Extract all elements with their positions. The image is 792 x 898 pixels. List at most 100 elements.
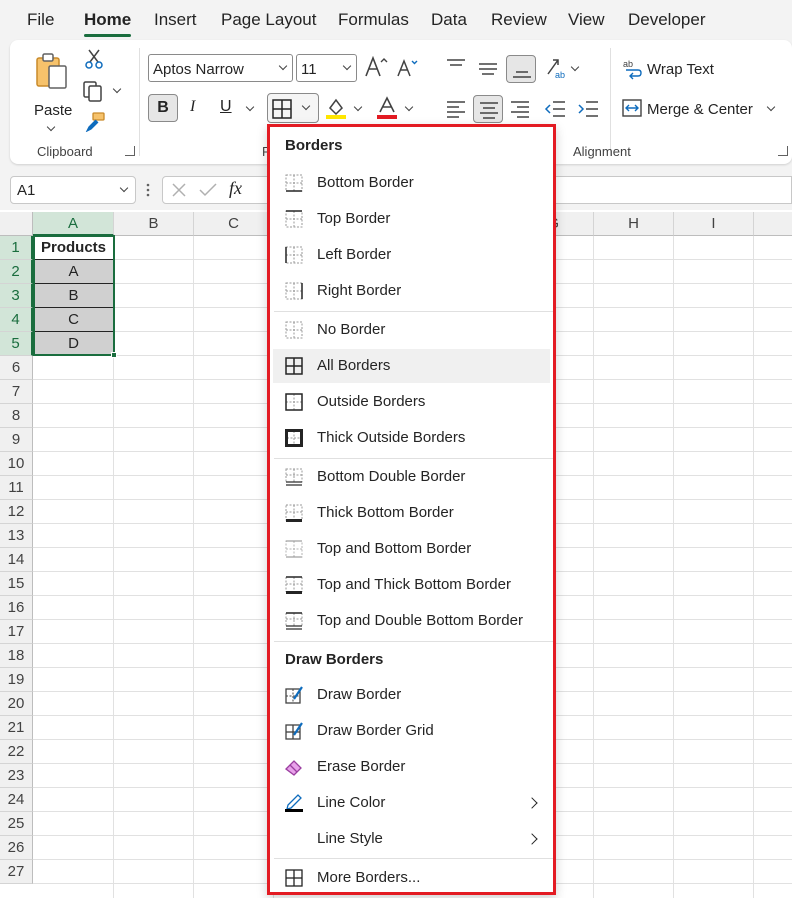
copy-icon[interactable] (82, 80, 106, 102)
select-all-corner[interactable] (0, 212, 33, 236)
tab-formulas[interactable]: Formulas (338, 10, 409, 30)
tab-home[interactable]: Home (84, 10, 131, 30)
copy-chevron-icon[interactable] (112, 84, 122, 94)
row-header[interactable]: 18 (0, 644, 33, 668)
orientation-icon[interactable]: ab (544, 56, 568, 80)
menu-item-bottom-border[interactable]: Bottom Border (273, 166, 550, 200)
enter-icon[interactable] (199, 182, 217, 198)
menu-item-all-borders[interactable]: All Borders (273, 349, 550, 383)
tab-data[interactable]: Data (431, 10, 467, 30)
borders-button[interactable] (267, 93, 319, 123)
row-header[interactable]: 22 (0, 740, 33, 764)
row-header[interactable]: 10 (0, 452, 33, 476)
row-header[interactable]: 20 (0, 692, 33, 716)
menu-item-draw-border-grid[interactable]: Draw Border Grid (273, 714, 550, 748)
font-name-select[interactable]: Aptos Narrow (148, 54, 293, 82)
menu-item-line-color[interactable]: Line Color (273, 786, 550, 820)
align-left-icon[interactable] (446, 100, 466, 118)
row-header[interactable]: 13 (0, 524, 33, 548)
menu-item-left-border[interactable]: Left Border (273, 238, 550, 272)
row-header[interactable]: 11 (0, 476, 33, 500)
column-header-i[interactable]: I (674, 212, 754, 236)
menu-item-top-bottom-border[interactable]: Top and Bottom Border (273, 532, 550, 566)
italic-button[interactable]: I (190, 98, 195, 116)
menu-item-top-border[interactable]: Top Border (273, 202, 550, 236)
column-header-c[interactable]: C (194, 212, 274, 236)
row-header[interactable]: 24 (0, 788, 33, 812)
menu-item-thick-outside-borders[interactable]: Thick Outside Borders (273, 421, 550, 455)
underline-button[interactable]: U (220, 98, 232, 116)
menu-item-thick-bottom-border[interactable]: Thick Bottom Border (273, 496, 550, 530)
row-header[interactable]: 2 (0, 260, 33, 284)
decrease-font-size-icon[interactable] (396, 58, 418, 78)
menu-item-outside-borders[interactable]: Outside Borders (273, 385, 550, 419)
align-right-icon[interactable] (510, 100, 530, 118)
row-header[interactable]: 17 (0, 620, 33, 644)
top-border-icon (285, 210, 303, 228)
underline-chevron-icon[interactable] (245, 102, 255, 112)
tab-file[interactable]: File (27, 10, 54, 30)
row-header[interactable]: 12 (0, 500, 33, 524)
row-header[interactable]: 9 (0, 428, 33, 452)
middle-align-icon[interactable] (478, 60, 498, 76)
menu-item-line-style[interactable]: Line Style (273, 822, 550, 856)
row-header[interactable]: 8 (0, 404, 33, 428)
merge-center-button[interactable]: Merge & Center (622, 96, 782, 124)
increase-indent-icon[interactable] (577, 100, 599, 118)
column-header-next[interactable] (754, 212, 792, 236)
format-painter-icon[interactable] (84, 112, 106, 132)
font-name-value: Aptos Narrow (153, 61, 244, 78)
menu-item-erase-border[interactable]: Erase Border (273, 750, 550, 784)
row-header[interactable]: 19 (0, 668, 33, 692)
column-header-b[interactable]: B (114, 212, 194, 236)
tab-developer[interactable]: Developer (628, 10, 706, 30)
row-header[interactable]: 25 (0, 812, 33, 836)
paste-button[interactable]: Paste (24, 48, 80, 132)
menu-item-top-double-bottom-border[interactable]: Top and Double Bottom Border (273, 604, 550, 638)
cancel-icon[interactable] (171, 182, 187, 198)
column-header-h[interactable]: H (594, 212, 674, 236)
font-size-select[interactable]: 11 (296, 54, 357, 82)
row-header[interactable]: 23 (0, 764, 33, 788)
name-box[interactable]: A1 (10, 176, 136, 204)
bold-button[interactable]: B (148, 94, 178, 122)
menu-item-bottom-double-border[interactable]: Bottom Double Border (273, 460, 550, 494)
align-center-button[interactable] (473, 95, 503, 123)
row-header[interactable]: 14 (0, 548, 33, 572)
row-header[interactable]: 5 (0, 332, 33, 356)
tab-view[interactable]: View (568, 10, 605, 30)
fill-handle[interactable] (111, 352, 117, 358)
row-header[interactable]: 6 (0, 356, 33, 380)
font-color-button[interactable] (376, 96, 420, 124)
menu-item-no-border[interactable]: No Border (273, 313, 550, 347)
tab-page-layout[interactable]: Page Layout (221, 10, 316, 30)
row-header[interactable]: 1 (0, 236, 33, 260)
menu-item-top-thick-bottom-border[interactable]: Top and Thick Bottom Border (273, 568, 550, 602)
row-header[interactable]: 4 (0, 308, 33, 332)
cut-icon[interactable] (84, 48, 104, 70)
clipboard-launcher-icon[interactable] (125, 146, 135, 156)
row-header[interactable]: 27 (0, 860, 33, 884)
menu-item-label: Thick Outside Borders (317, 429, 466, 446)
row-header[interactable]: 3 (0, 284, 33, 308)
column-header-a[interactable]: A (33, 212, 114, 236)
menu-item-more-borders[interactable]: More Borders... (273, 861, 550, 895)
tab-review[interactable]: Review (491, 10, 547, 30)
row-header[interactable]: 7 (0, 380, 33, 404)
bottom-align-button[interactable] (506, 55, 536, 83)
top-align-icon[interactable] (446, 58, 466, 74)
top-and-thick-bottom-border-icon (285, 576, 303, 594)
row-header[interactable]: 21 (0, 716, 33, 740)
fill-color-button[interactable] (325, 96, 365, 124)
row-header[interactable]: 15 (0, 572, 33, 596)
increase-font-size-icon[interactable] (364, 56, 388, 78)
menu-item-draw-border[interactable]: Draw Border (273, 678, 550, 712)
row-header[interactable]: 16 (0, 596, 33, 620)
tab-insert[interactable]: Insert (154, 10, 197, 30)
insert-function-button[interactable]: fx (229, 178, 242, 199)
decrease-indent-icon[interactable] (544, 100, 566, 118)
wrap-text-button[interactable]: ab Wrap Text (622, 56, 722, 84)
menu-item-right-border[interactable]: Right Border (273, 274, 550, 308)
row-header[interactable]: 26 (0, 836, 33, 860)
alignment-launcher-icon[interactable] (778, 146, 788, 156)
